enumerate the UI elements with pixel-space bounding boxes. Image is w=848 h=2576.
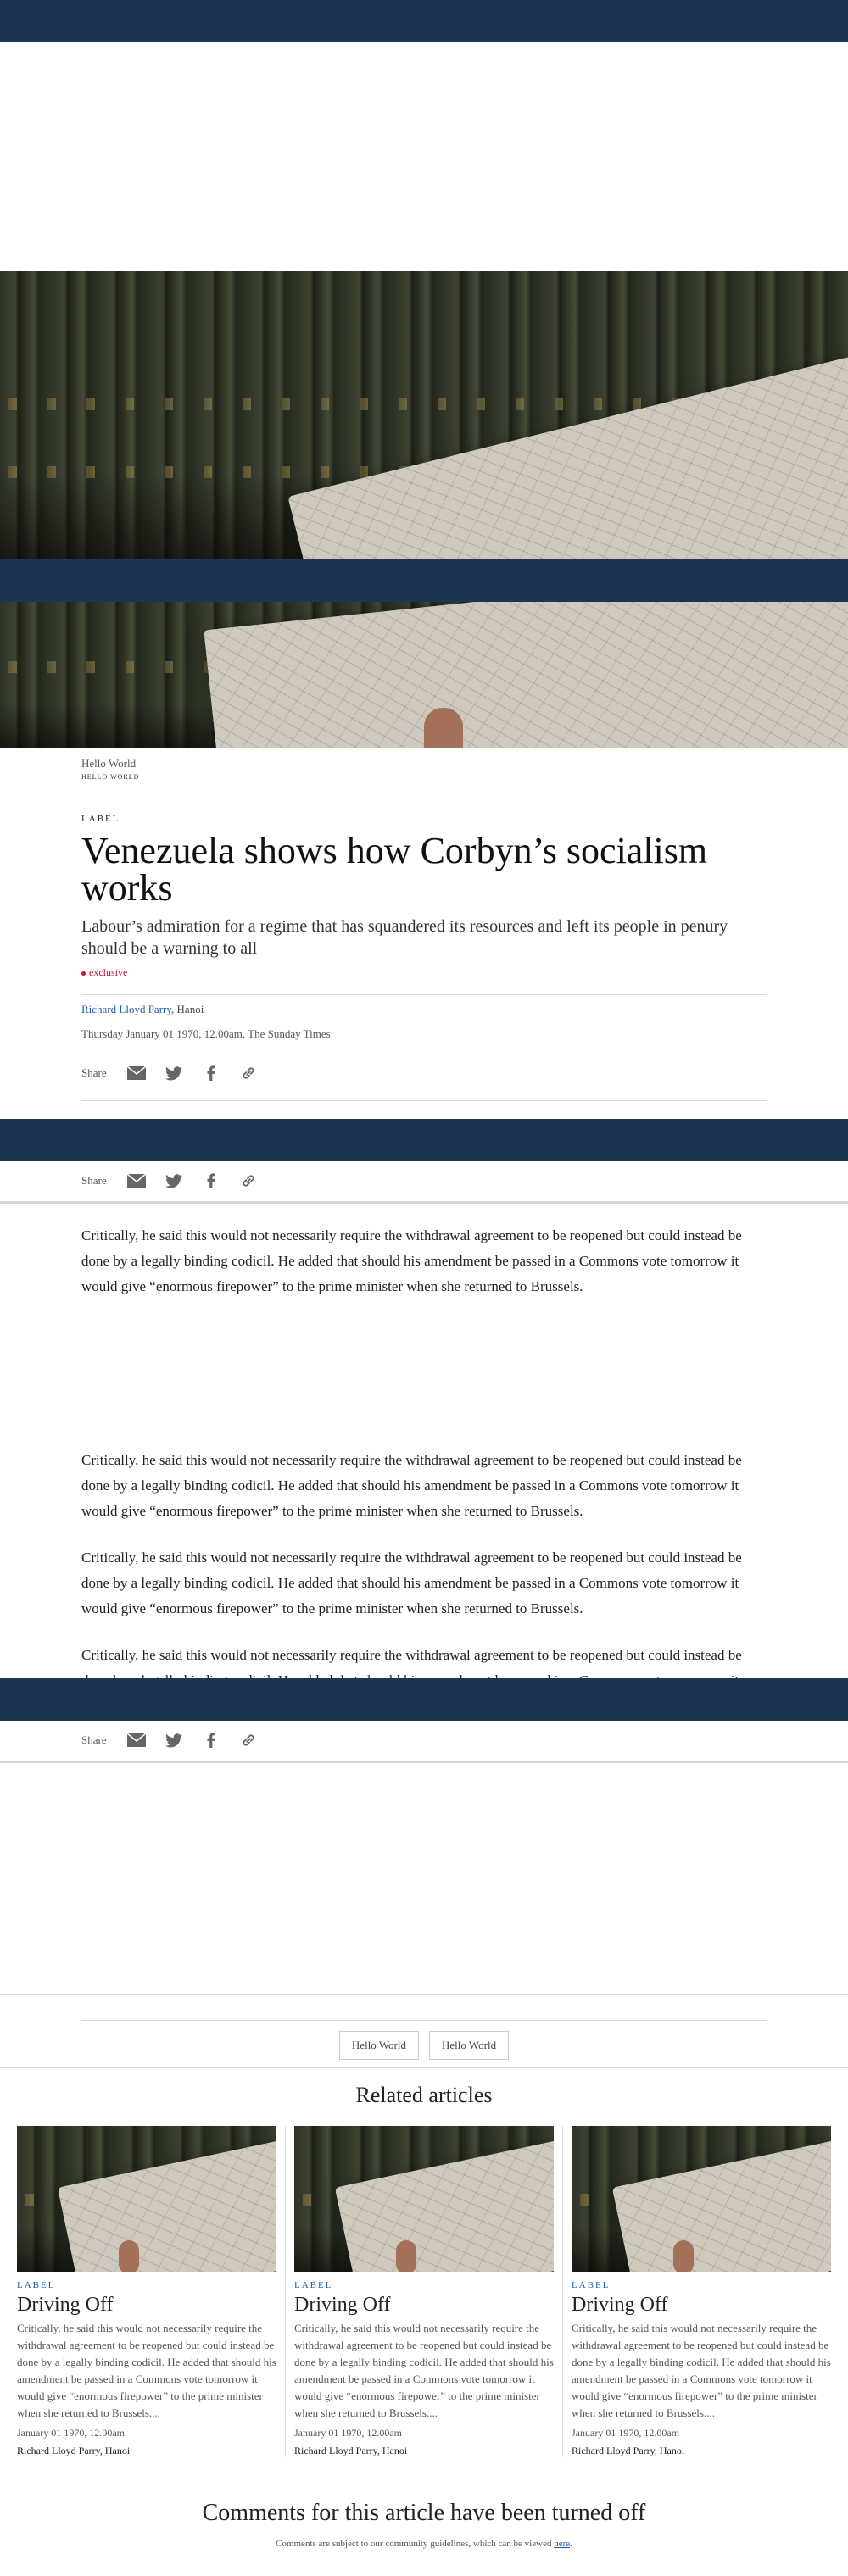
comments-note: Comments are subject to our community gu… — [0, 2539, 848, 2549]
sticky-share-bar: Share — [0, 1721, 848, 1763]
community-guidelines-link[interactable]: here — [554, 2539, 570, 2549]
divider — [81, 2020, 767, 2021]
divider — [81, 1100, 767, 1101]
exclusive-label: exclusive — [89, 966, 128, 978]
card-summary: Critically, he said this would not neces… — [17, 2322, 276, 2419]
related-articles-title: Related articles — [355, 2083, 493, 2107]
article-paragraph: Critically, he said this would not neces… — [81, 1647, 742, 1680]
navy-band — [0, 1119, 848, 1161]
section-kicker[interactable]: Hello World — [81, 757, 767, 771]
topic-tags: Hello World Hello World — [0, 2031, 848, 2060]
share-label: Share — [81, 1066, 107, 1079]
email-icon[interactable] — [126, 1173, 146, 1188]
byline-location: , Hanoi — [171, 1003, 204, 1015]
facebook-icon[interactable] — [202, 1733, 220, 1748]
email-icon[interactable] — [126, 1733, 146, 1748]
link-icon[interactable] — [239, 1173, 258, 1188]
card-summary: Critically, he said this would not neces… — [294, 2322, 554, 2419]
article-headline: Venezuela shows how Corbyn’s socialism w… — [81, 830, 708, 909]
card-date: January 01 1970, 12.00am — [294, 2427, 402, 2439]
navy-band — [0, 559, 848, 602]
dateline: Thursday January 01 1970, 12.00am, The S… — [81, 1027, 331, 1040]
card-summary: Critically, he said this would not neces… — [572, 2322, 831, 2419]
twitter-icon[interactable] — [165, 1173, 183, 1188]
share-label: Share — [81, 1174, 107, 1187]
card-title[interactable]: Driving Off — [294, 2294, 554, 2317]
related-article-card[interactable]: LABEL Driving Off Critically, he said th… — [286, 2126, 563, 2457]
related-article-card[interactable]: LABEL Driving Off Critically, he said th… — [8, 2126, 286, 2457]
link-icon[interactable] — [239, 1733, 258, 1748]
divider — [81, 994, 767, 995]
related-article-image[interactable] — [17, 2126, 276, 2272]
twitter-icon[interactable] — [165, 1733, 183, 1748]
byline: Richard Lloyd Parry, Hanoi — [81, 1003, 767, 1016]
share-label: Share — [81, 1733, 107, 1746]
article-standfirst: Labour’s admiration for a regime that ha… — [81, 917, 728, 958]
card-author: Richard Lloyd Parry, Hanoi — [294, 2445, 408, 2456]
article-label: LABEL — [81, 814, 120, 824]
related-article-image[interactable] — [572, 2126, 831, 2272]
hero-image — [0, 271, 848, 559]
twitter-icon[interactable] — [165, 1065, 183, 1081]
related-articles-list: LABEL Driving Off Critically, he said th… — [8, 2126, 840, 2457]
card-title[interactable]: Driving Off — [572, 2294, 831, 2317]
card-title[interactable]: Driving Off — [17, 2294, 276, 2317]
sticky-share-bar: Share — [0, 1161, 848, 1204]
card-label: LABEL — [294, 2280, 333, 2290]
card-label: LABEL — [17, 2280, 56, 2290]
article-paragraph: Critically, he said this would not neces… — [81, 1452, 742, 1519]
article-paragraph: Critically, he said this would not neces… — [81, 1227, 742, 1294]
navy-band — [0, 1678, 848, 1721]
comments-title: Comments for this article have been turn… — [202, 2500, 646, 2526]
author-link[interactable]: Richard Lloyd Parry — [81, 1003, 171, 1015]
related-article-image[interactable] — [294, 2126, 554, 2272]
article-page: Hello World HELLO WORLD LABEL Venezuela … — [0, 0, 848, 2576]
related-article-card[interactable]: LABEL Driving Off Critically, he said th… — [563, 2126, 840, 2457]
comments-note-suffix: . — [570, 2539, 572, 2549]
card-author: Richard Lloyd Parry, Hanoi — [572, 2445, 685, 2456]
topic-tag[interactable]: Hello World — [338, 2031, 419, 2060]
comments-note-text: Comments are subject to our community gu… — [276, 2539, 555, 2549]
facebook-icon[interactable] — [202, 1065, 220, 1081]
divider — [0, 2067, 848, 2068]
email-icon[interactable] — [126, 1065, 146, 1081]
facebook-icon[interactable] — [202, 1173, 220, 1188]
section-kicker-sub: HELLO WORLD — [81, 773, 140, 781]
card-date: January 01 1970, 12.00am — [17, 2427, 125, 2439]
top-navigation-bar — [0, 0, 848, 42]
exclusive-badge: exclusive — [81, 966, 767, 979]
card-date: January 01 1970, 12.00am — [572, 2427, 679, 2439]
link-icon[interactable] — [239, 1065, 258, 1081]
share-bar: Share — [81, 1065, 767, 1081]
card-author: Richard Lloyd Parry, Hanoi — [17, 2445, 131, 2456]
card-label: LABEL — [572, 2280, 611, 2290]
topic-tag[interactable]: Hello World — [429, 2031, 510, 2060]
hero-image-lower — [0, 602, 848, 748]
divider — [0, 1994, 848, 1995]
article-paragraph: Critically, he said this would not neces… — [81, 1549, 742, 1616]
